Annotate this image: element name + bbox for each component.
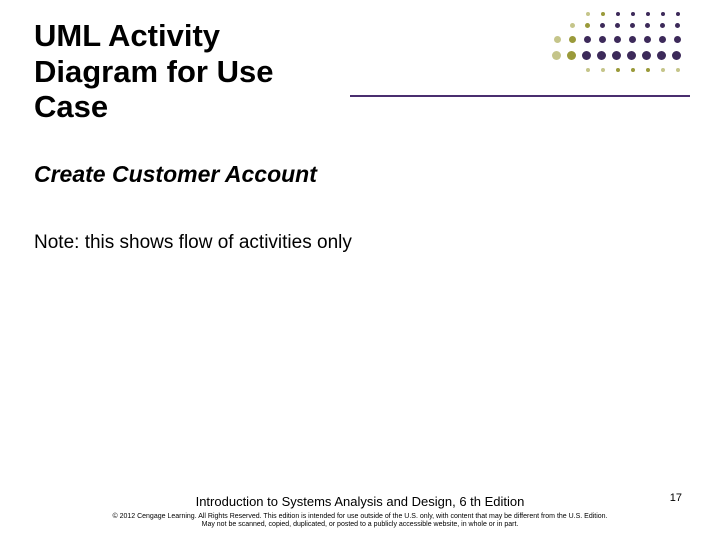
decorative-dots xyxy=(540,10,690,100)
header-divider xyxy=(350,95,690,97)
book-title: Introduction to Systems Analysis and Des… xyxy=(0,494,720,509)
slide-note: Note: this shows flow of activities only xyxy=(34,231,364,255)
copyright-text: © 2012 Cengage Learning. All Rights Rese… xyxy=(80,513,640,531)
footer: Introduction to Systems Analysis and Des… xyxy=(0,494,720,531)
slide-title: UML Activity Diagram for Use Case xyxy=(34,18,284,125)
slide-subtitle: Create Customer Account xyxy=(34,161,364,189)
